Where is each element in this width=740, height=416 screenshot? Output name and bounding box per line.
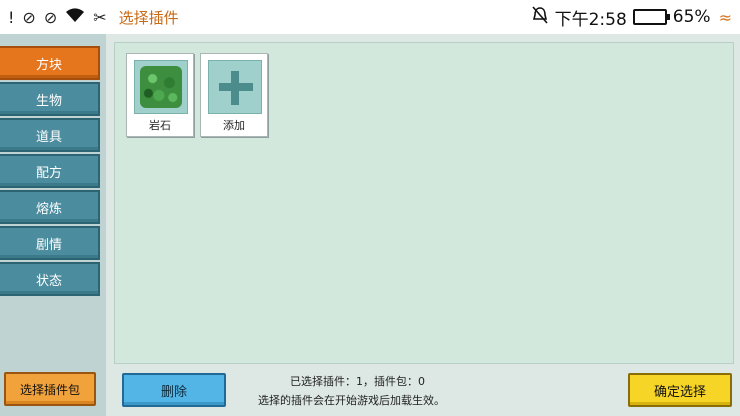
battery-percent: 65% bbox=[672, 7, 711, 27]
wifi-icon bbox=[65, 7, 85, 27]
tab-blocks[interactable]: 方块 bbox=[0, 46, 100, 80]
tab-label: 方块 bbox=[35, 57, 62, 73]
tab-label: 状态 bbox=[35, 273, 62, 289]
vibrate-icon: ≈ bbox=[718, 7, 732, 27]
plus-icon bbox=[208, 60, 262, 114]
battery-icon bbox=[632, 9, 670, 25]
plugin-item-rock[interactable]: 岩石 bbox=[126, 53, 194, 137]
item-label: 添加 bbox=[223, 119, 245, 132]
category-sidebar: 方块 生物 道具 配方 熔炼 剧情 状态 选择插件包 bbox=[0, 34, 106, 416]
load-hint: 选择的插件会在开始游戏后加载生效。 bbox=[258, 394, 445, 407]
clock-time: 下午2:58 bbox=[554, 9, 627, 30]
status-bar: ! ⊘ ⊘ ✂ 选择插件 下午2:58 65% ≈ bbox=[0, 0, 740, 34]
tab-creatures[interactable]: 生物 bbox=[0, 82, 100, 116]
confirm-selection-button[interactable]: 确定选择 bbox=[628, 373, 732, 407]
tab-label: 道具 bbox=[35, 129, 62, 145]
add-plugin-item[interactable]: 添加 bbox=[200, 53, 268, 137]
no-sim-icon: ⊘ bbox=[43, 7, 58, 27]
alarm-off-icon bbox=[531, 5, 549, 29]
tab-label: 生物 bbox=[35, 93, 62, 109]
leaf-block-icon bbox=[134, 60, 188, 114]
cut-icon: ✂ bbox=[93, 7, 107, 27]
tab-label: 配方 bbox=[35, 165, 62, 181]
no-sim-icon: ⊘ bbox=[22, 7, 36, 27]
tab-recipes[interactable]: 配方 bbox=[0, 154, 100, 188]
tab-label: 剧情 bbox=[35, 237, 62, 253]
notification-icon: ! bbox=[8, 7, 15, 27]
tab-story[interactable]: 剧情 bbox=[0, 226, 100, 260]
item-label: 岩石 bbox=[149, 119, 171, 132]
delete-button[interactable]: 删除 bbox=[122, 373, 226, 407]
tab-status[interactable]: 状态 bbox=[0, 262, 100, 296]
tab-smelting[interactable]: 熔炼 bbox=[0, 190, 100, 224]
plugin-picker-screen: 方块 生物 道具 配方 熔炼 剧情 状态 选择插件包 岩石 添加 删除 已选择插… bbox=[0, 34, 740, 416]
tab-items[interactable]: 道具 bbox=[0, 118, 100, 152]
select-plugin-pack-button[interactable]: 选择插件包 bbox=[4, 372, 96, 406]
selection-info: 已选择插件：1，插件包：0 bbox=[290, 375, 425, 388]
app-title: 选择插件 bbox=[118, 8, 179, 27]
tab-label: 熔炼 bbox=[35, 201, 62, 217]
plugin-grid: 岩石 添加 bbox=[114, 42, 734, 364]
